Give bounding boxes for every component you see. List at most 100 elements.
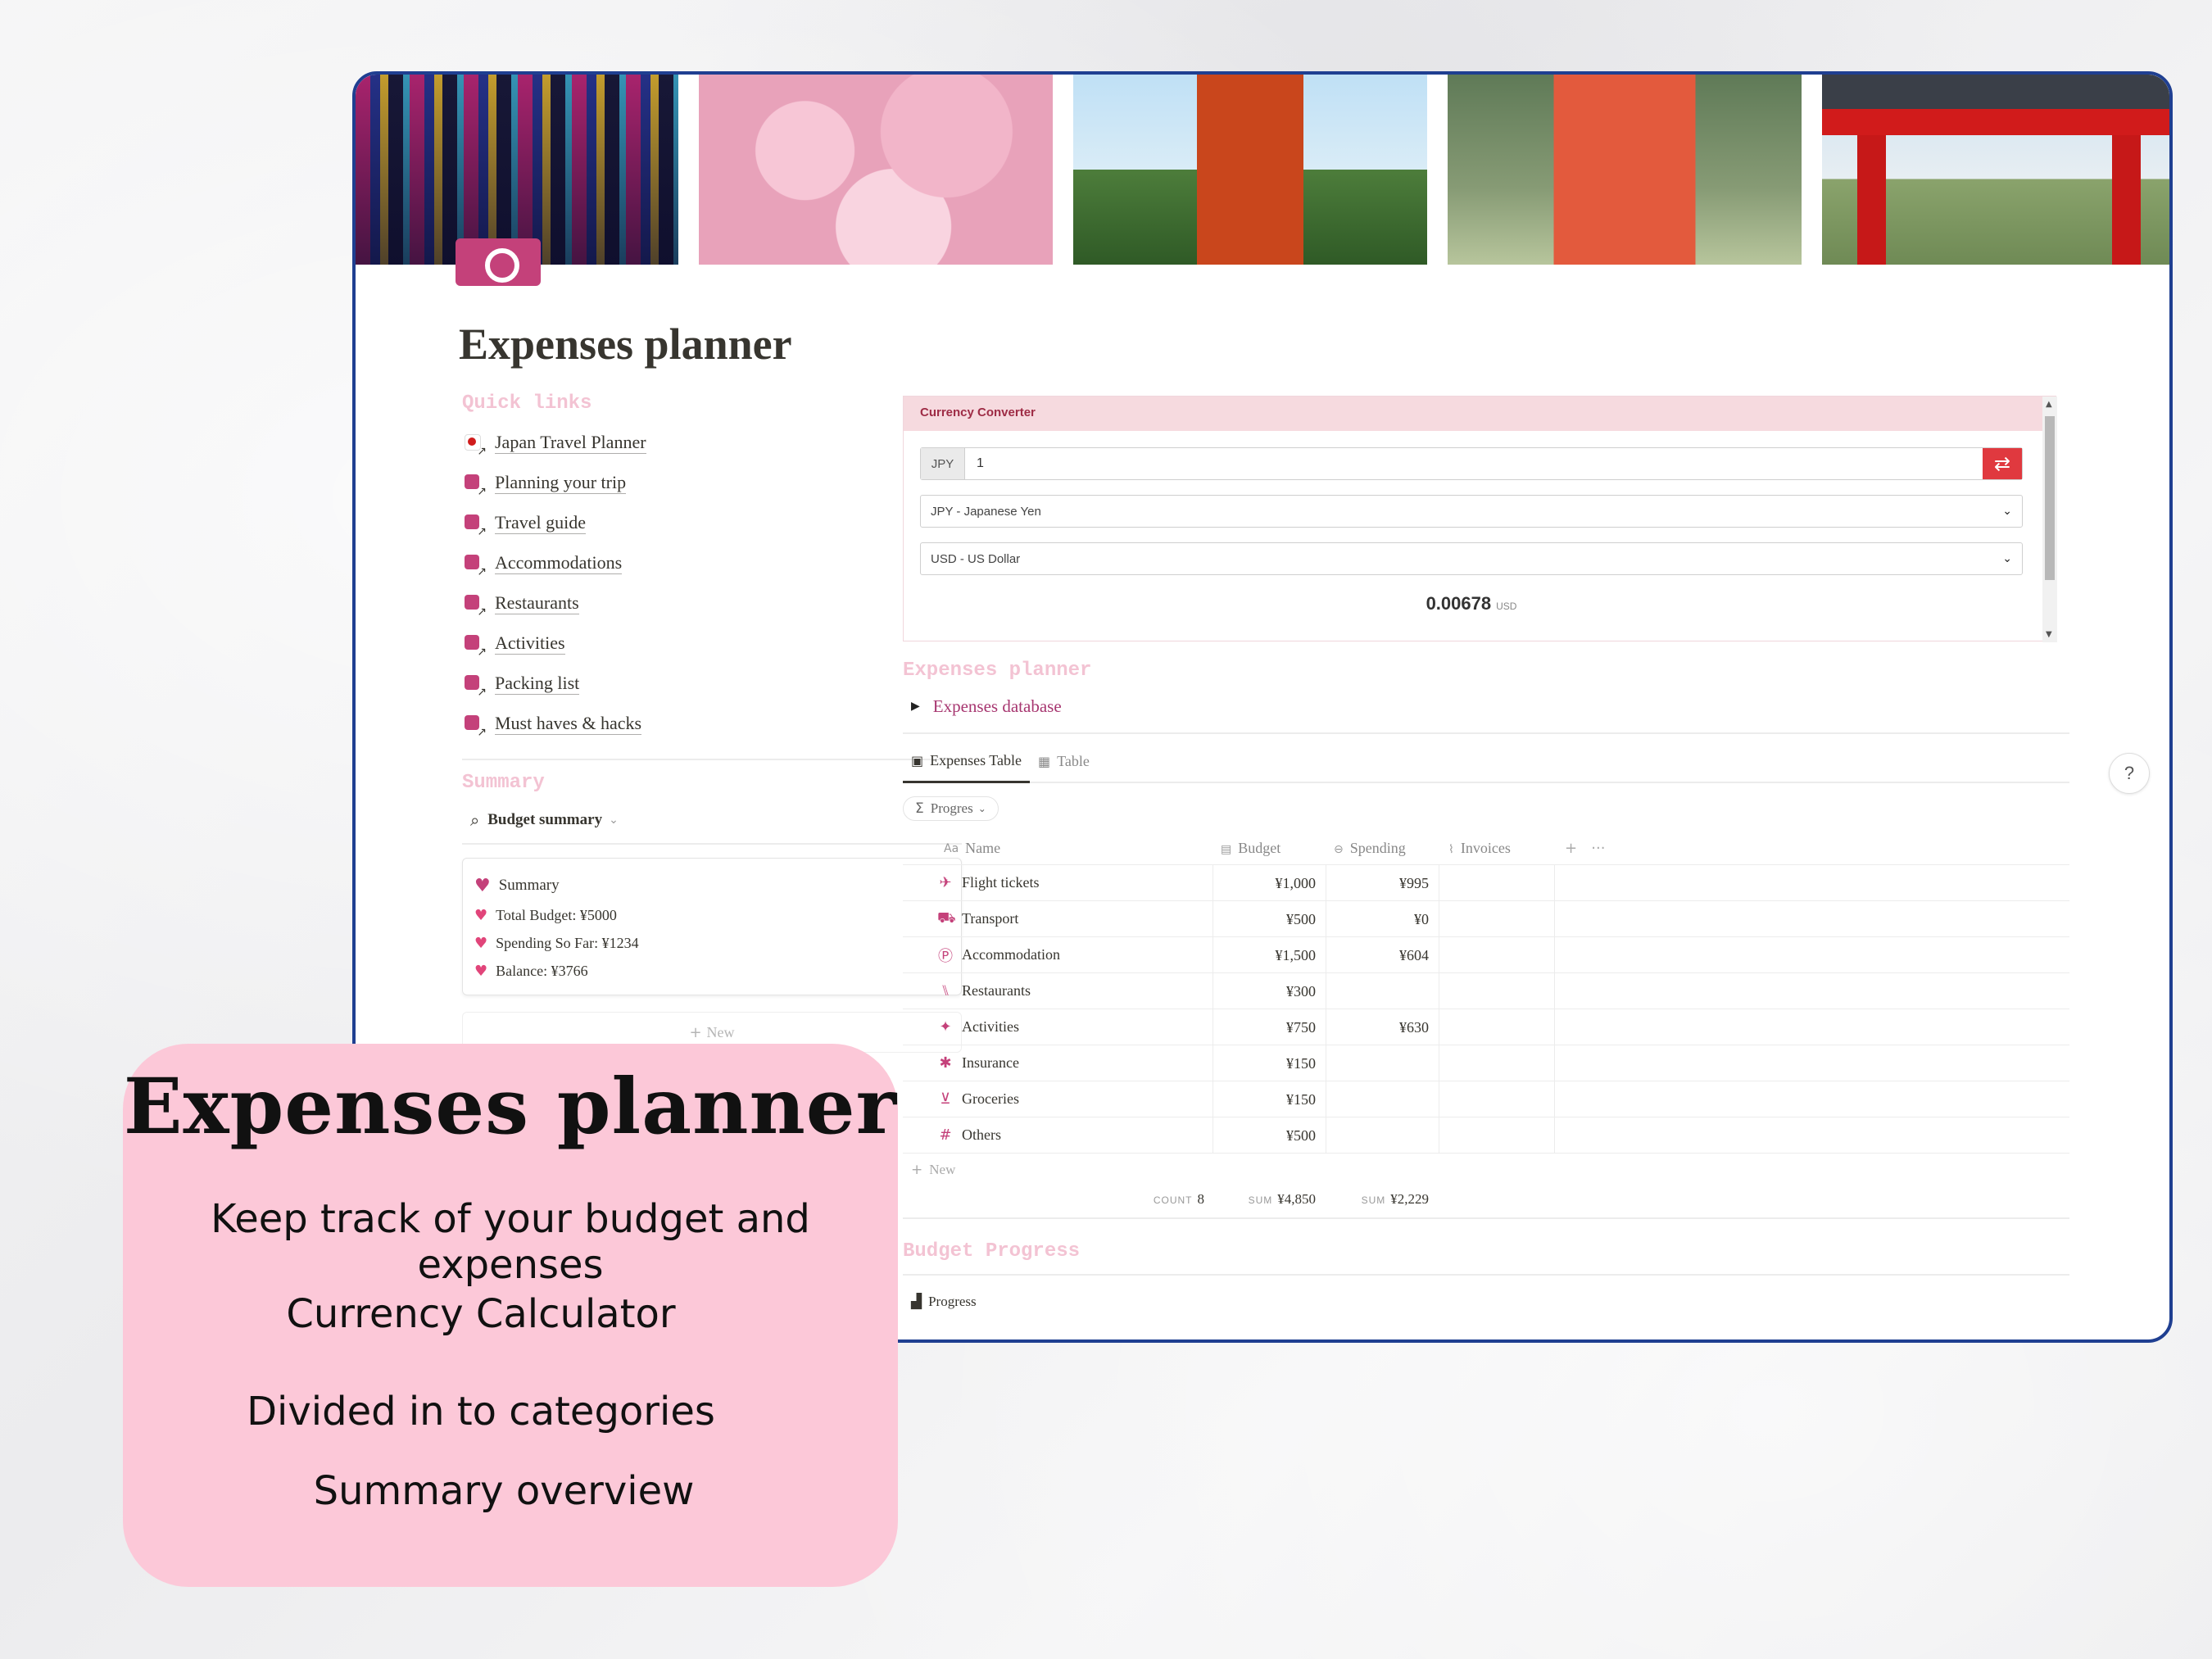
page-icon-wallet[interactable]: [456, 238, 541, 286]
calc-value: ¥2,229: [1390, 1191, 1429, 1207]
text-property-icon: Aa: [944, 841, 959, 855]
row-spending[interactable]: [1326, 1117, 1439, 1154]
new-row-label: New: [929, 1162, 956, 1177]
row-invoices[interactable]: [1439, 1117, 1555, 1154]
converter-header: Currency Converter: [904, 397, 2056, 431]
tab-table[interactable]: ▦ Table: [1030, 753, 1098, 782]
table-row[interactable]: Ⓟ Accommodation ¥1,500 ¥604: [903, 936, 2069, 973]
table-row[interactable]: ⑊ Restaurants ¥300: [903, 972, 2069, 1009]
row-name[interactable]: Flight tickets: [962, 874, 1040, 891]
expenses-database-link[interactable]: Expenses database: [933, 696, 1062, 717]
quick-link-planning-your-trip[interactable]: Planning your trip: [462, 463, 962, 503]
row-name[interactable]: Activities: [962, 1018, 1019, 1036]
quick-link-travel-guide[interactable]: Travel guide: [462, 503, 962, 543]
summary-card[interactable]: ♥ Summary ♥ Total Budget: ¥5000 ♥ Spendi…: [462, 858, 962, 995]
converter-scrollbar[interactable]: ▲ ▼: [2042, 397, 2057, 642]
help-button[interactable]: ?: [2109, 753, 2150, 794]
row-spending[interactable]: [1326, 1045, 1439, 1081]
table-row[interactable]: ⛟ Transport ¥500 ¥0: [903, 900, 2069, 937]
new-row-button[interactable]: + New: [903, 1154, 2069, 1186]
table-row[interactable]: ✈ Flight tickets ¥1,000 ¥995: [903, 864, 2069, 901]
table-row[interactable]: ✦ Activities ¥750 ¥630: [903, 1009, 2069, 1045]
scrollbar-thumb[interactable]: [2045, 416, 2055, 580]
row-budget[interactable]: ¥1,000: [1213, 864, 1326, 901]
from-currency-select[interactable]: JPY - Japanese Yen ⌄: [920, 495, 2023, 528]
row-budget[interactable]: ¥300: [1213, 972, 1326, 1009]
to-currency-select[interactable]: USD - US Dollar ⌄: [920, 542, 2023, 575]
budget-summary-view-tab[interactable]: ⌕ Budget summary ⌄: [462, 802, 962, 838]
expenses-database-toggle[interactable]: ▶ Expenses database: [903, 690, 2069, 723]
row-budget[interactable]: ¥750: [1213, 1009, 1326, 1045]
scroll-up-icon[interactable]: ▲: [2046, 400, 2052, 409]
row-invoices[interactable]: [1439, 864, 1555, 901]
table-calculation-row: COUNT 8 SUM ¥4,850 SUM ¥2,229: [903, 1186, 2069, 1219]
row-budget[interactable]: ¥1,500: [1213, 936, 1326, 973]
row-name[interactable]: Insurance: [962, 1054, 1019, 1072]
quick-link-restaurants[interactable]: Restaurants: [462, 583, 962, 623]
promo-title: Expenses planner: [123, 1062, 898, 1152]
table-row[interactable]: ✱ Insurance ¥150: [903, 1045, 2069, 1081]
cover-image-temple-gate: [1822, 75, 2169, 265]
table-icon: ▣: [911, 753, 924, 768]
promo-line-summary: Summary overview: [313, 1468, 695, 1514]
luggage-icon: [462, 673, 487, 699]
column-header-budget[interactable]: ▤ Budget: [1213, 840, 1326, 857]
row-spending[interactable]: [1326, 1081, 1439, 1117]
row-invoices[interactable]: [1439, 900, 1555, 937]
progress-view-tab[interactable]: ▟ Progress: [903, 1294, 2069, 1310]
conversion-result-value: 0.00678: [1426, 593, 1492, 614]
table-row[interactable]: ⊻ Groceries ¥150: [903, 1081, 2069, 1117]
count-calculation[interactable]: COUNT 8: [903, 1191, 1213, 1208]
row-budget[interactable]: ¥500: [1213, 900, 1326, 937]
row-invoices[interactable]: [1439, 1081, 1555, 1117]
progress-filter-chip[interactable]: Σ Progres ⌄: [903, 796, 999, 821]
triangle-right-icon[interactable]: ▶: [911, 700, 920, 713]
summary-card-title-row: ♥ Summary: [474, 870, 950, 901]
row-spending[interactable]: [1326, 972, 1439, 1009]
chevron-down-icon: ⌄: [977, 803, 986, 814]
swap-currency-button[interactable]: ⇄: [1983, 448, 2022, 479]
row-name[interactable]: Transport: [962, 910, 1018, 927]
column-header-spending[interactable]: ⊖ Spending: [1326, 840, 1439, 857]
row-spending[interactable]: ¥604: [1326, 936, 1439, 973]
row-spending[interactable]: ¥630: [1326, 1009, 1439, 1045]
row-spending[interactable]: ¥995: [1326, 864, 1439, 901]
row-name[interactable]: Others: [962, 1126, 1001, 1144]
row-name[interactable]: Accommodation: [962, 946, 1060, 963]
row-invoices[interactable]: [1439, 1045, 1555, 1081]
row-name[interactable]: Restaurants: [962, 982, 1031, 999]
column-header-name[interactable]: Aa Name: [903, 840, 1213, 857]
chevron-down-icon: ⌄: [609, 814, 619, 827]
currency-converter-widget: Currency Converter JPY 1 ⇄ JPY - Japanes…: [903, 396, 2057, 642]
sum-budget-calculation[interactable]: SUM ¥4,850: [1213, 1191, 1326, 1208]
sum-spending-calculation[interactable]: SUM ¥2,229: [1326, 1191, 1439, 1208]
calc-label: COUNT: [1153, 1194, 1193, 1206]
heart-icon: ♥: [474, 934, 488, 952]
row-name[interactable]: Groceries: [962, 1090, 1019, 1108]
column-header-invoices[interactable]: ⌇ Invoices: [1439, 840, 1555, 857]
row-invoices[interactable]: [1439, 1009, 1555, 1045]
divider: [903, 1274, 2069, 1276]
tab-label: Table: [1057, 753, 1090, 769]
row-invoices[interactable]: [1439, 972, 1555, 1009]
quick-link-activities[interactable]: Activities: [462, 623, 962, 664]
add-column-button[interactable]: + ···: [1555, 840, 1605, 857]
row-budget[interactable]: ¥500: [1213, 1117, 1326, 1154]
column-header-label: Name: [965, 840, 1001, 856]
quick-link-must-haves[interactable]: Must haves & hacks: [462, 704, 962, 744]
quick-link-label: Accommodations: [495, 552, 623, 574]
row-budget[interactable]: ¥150: [1213, 1081, 1326, 1117]
quick-link-label: Must haves & hacks: [495, 713, 642, 735]
scroll-down-icon[interactable]: ▼: [2046, 630, 2052, 639]
quick-link-accommodations[interactable]: Accommodations: [462, 543, 962, 583]
tab-expenses-table[interactable]: ▣ Expenses Table: [903, 752, 1031, 783]
view-tabs: ▣ Expenses Table ▦ Table: [903, 734, 2069, 783]
amount-input[interactable]: 1: [965, 448, 1983, 479]
quick-link-japan-travel-planner[interactable]: Japan Travel Planner: [462, 423, 962, 463]
row-invoices[interactable]: [1439, 936, 1555, 973]
row-spending[interactable]: ¥0: [1326, 900, 1439, 937]
quick-link-packing-list[interactable]: Packing list: [462, 664, 962, 704]
to-currency-value: USD - US Dollar: [931, 551, 1021, 566]
row-budget[interactable]: ¥150: [1213, 1045, 1326, 1081]
table-row[interactable]: # Others ¥500: [903, 1117, 2069, 1154]
